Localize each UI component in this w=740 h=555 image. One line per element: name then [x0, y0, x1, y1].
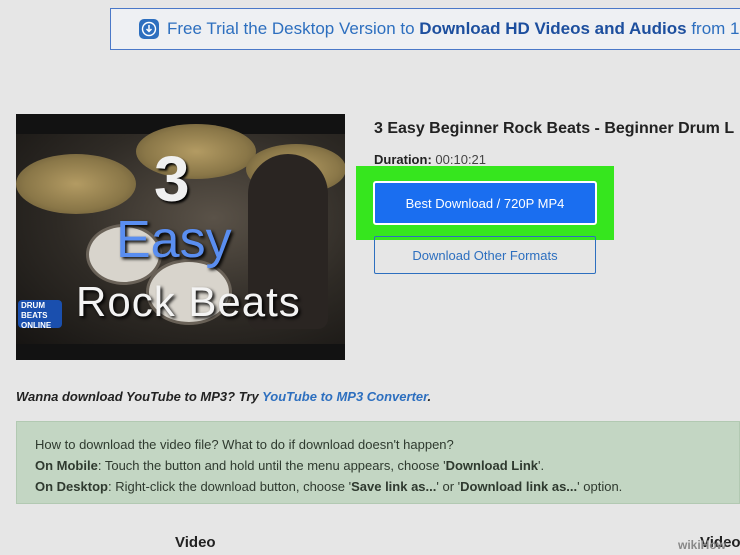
banner-prefix: Free Trial the Desktop Version to — [167, 19, 420, 38]
mobile-label: On Mobile — [35, 458, 98, 473]
wikihow-watermark: wikiHow — [678, 538, 727, 552]
table-header-video: Video — [175, 534, 216, 551]
thumbnail-text-rock-beats: Rock Beats — [76, 278, 301, 325]
desktop-text-e: ' option. — [577, 479, 623, 494]
duration-value: 00:10:21 — [435, 152, 487, 167]
banner-suffix: from 1000+ — [691, 19, 740, 38]
video-title: 3 Easy Beginner Rock Beats - Beginner Dr… — [374, 120, 735, 137]
video-duration: Duration: 00:10:21 — [374, 152, 486, 167]
desktop-text-a: : Right-click the download button, choos… — [107, 479, 352, 494]
thumbnail-text-easy: Easy — [116, 211, 232, 269]
banner-text: Free Trial the Desktop Version to Downlo… — [167, 19, 740, 39]
download-other-formats-button[interactable]: Download Other Formats — [374, 236, 596, 274]
desktop-text-c: ' or ' — [436, 479, 461, 494]
download-circle-icon — [139, 19, 159, 39]
logo-top: DRUM — [21, 301, 45, 310]
desktop-label: On Desktop — [35, 479, 108, 494]
download-help-box: How to download the video file? What to … — [16, 421, 740, 504]
banner-bold: Download HD Videos and Audios — [419, 19, 687, 38]
mobile-text-b: Download Link — [445, 458, 539, 473]
best-download-button[interactable]: Best Download / 720P MP4 — [373, 181, 597, 225]
logo-mid: BEATS — [21, 311, 48, 320]
logo-bottom: ONLINE — [21, 321, 52, 330]
desktop-text-d: Download link as... — [460, 479, 578, 494]
mp3-converter-link[interactable]: YouTube to MP3 Converter — [262, 389, 427, 404]
thumbnail-text-3: 3 — [154, 143, 190, 215]
help-mobile: On Mobile: Touch the button and hold unt… — [35, 455, 739, 476]
mp3-prompt-end: . — [427, 389, 432, 404]
drum-beats-online-logo: DRUM BEATS ONLINE — [18, 300, 62, 330]
mobile-text-a: : Touch the button and hold until the me… — [97, 458, 446, 473]
mp3-prompt: Wanna download YouTube to MP3? Try YouTu… — [16, 389, 431, 404]
cymbal-left — [16, 154, 136, 214]
desktop-text-b: Save link as... — [351, 479, 437, 494]
mobile-text-c: '. — [538, 458, 545, 473]
desktop-trial-banner[interactable]: Free Trial the Desktop Version to Downlo… — [110, 8, 740, 50]
video-thumbnail[interactable]: 3 Easy Rock Beats DRUM BEATS ONLINE — [16, 114, 345, 360]
duration-label: Duration: — [374, 152, 432, 167]
help-question: How to download the video file? What to … — [35, 437, 454, 452]
help-desktop: On Desktop: Right-click the download but… — [35, 476, 739, 497]
mp3-prompt-text: Wanna download YouTube to MP3? Try — [16, 389, 263, 404]
